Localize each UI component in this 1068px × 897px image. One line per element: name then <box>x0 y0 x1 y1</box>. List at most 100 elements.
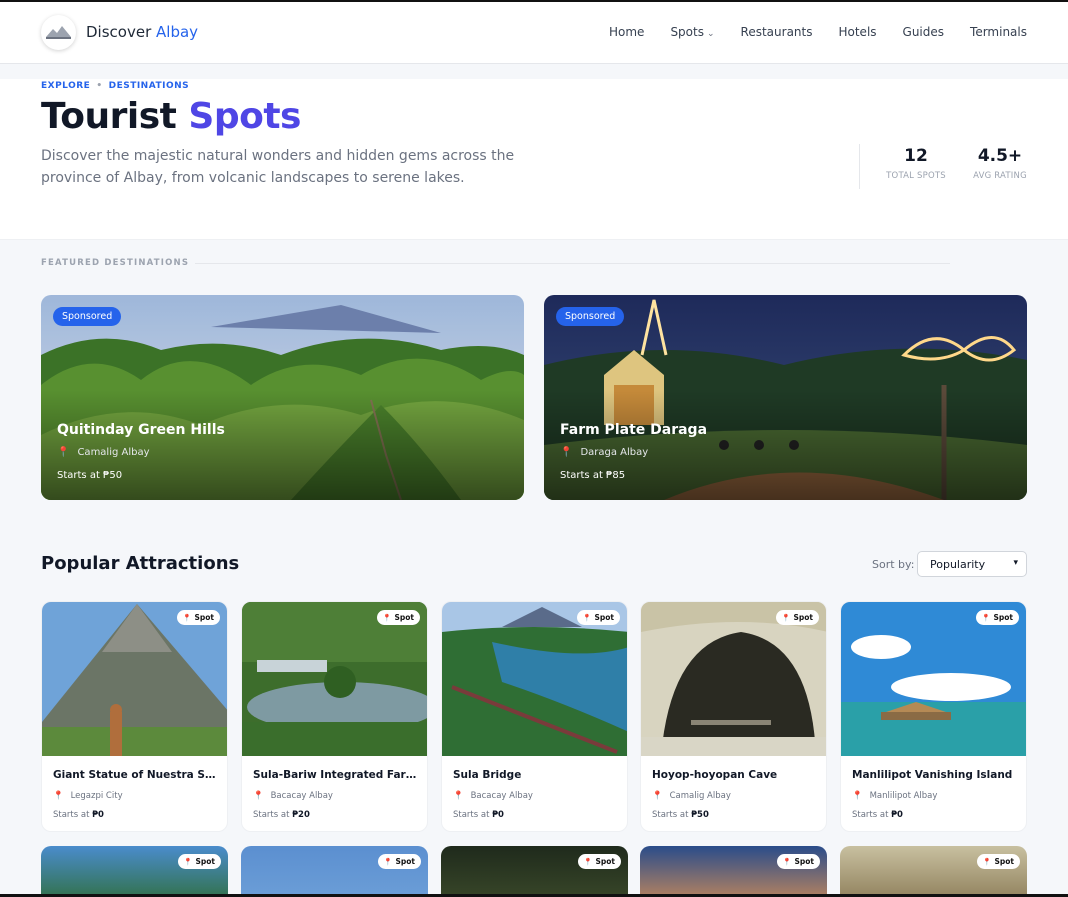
map-pin-icon: 📍 <box>982 858 992 866</box>
page-title: Tourist Spots <box>41 96 301 137</box>
attraction-price: Starts at ₱0 <box>453 810 504 820</box>
stat-label: TOTAL SPOTS <box>886 171 946 181</box>
sponsored-badge: Sponsored <box>556 307 625 326</box>
price-value: ₱50 <box>691 810 709 820</box>
attraction-card[interactable]: 📍 Spot Hoyop-hoyopan Cave 📍 Camalig Albay … <box>640 601 827 832</box>
attraction-card[interactable]: 📍 Spot <box>441 846 628 897</box>
breadcrumb: EXPLORE • DESTINATIONS <box>41 81 189 91</box>
page-lead: Discover the majestic natural wonders an… <box>41 148 515 186</box>
spot-chip: 📍 Spot <box>976 854 1020 869</box>
price-value: ₱0 <box>492 810 504 820</box>
attraction-card[interactable]: 📍Spot Sula-Bariw Integrated Farm Resort … <box>241 601 428 832</box>
price-prefix: Starts at <box>253 810 290 820</box>
map-pin-icon: 📍 <box>453 791 464 801</box>
breadcrumb-destinations[interactable]: DESTINATIONS <box>109 81 190 91</box>
attraction-location: 📍 Bacacay Albay <box>253 791 333 801</box>
map-pin-icon: 📍 <box>652 791 663 801</box>
spot-chip-label: Spot <box>395 857 415 866</box>
attraction-image <box>42 602 227 756</box>
attraction-image <box>442 602 627 756</box>
featured-card[interactable]: Sponsored Quitinday Green Hills 📍 Camalig… <box>41 295 524 500</box>
stat-value: 4.5+ <box>977 146 1023 166</box>
map-pin-icon: 📍 <box>583 858 593 866</box>
attraction-location-text: Manlilipot Albay <box>869 791 938 801</box>
spot-chip-label: Spot <box>594 613 614 622</box>
attraction-location-text: Legazpi City <box>70 791 123 801</box>
spot-chip-label: Spot <box>394 613 414 622</box>
breadcrumb-separator: • <box>96 81 103 91</box>
spot-chip: 📍 Spot <box>377 854 421 869</box>
nav-guides[interactable]: Guides <box>903 25 945 39</box>
featured-location-text: Daraga Albay <box>580 447 649 458</box>
map-pin-icon: 📍 <box>183 858 193 866</box>
attraction-image <box>641 602 826 756</box>
nav-terminals[interactable]: Terminals <box>970 25 1027 39</box>
map-pin-icon: 📍 <box>182 614 192 622</box>
spot-chip: 📍 Spot <box>176 610 220 625</box>
attraction-title: Sula-Bariw Integrated Farm Resort <box>253 769 421 781</box>
map-pin-icon: 📍 <box>53 791 64 801</box>
image-overlay <box>544 390 1027 500</box>
map-pin-icon: 📍 <box>981 614 991 622</box>
attraction-price: Starts at ₱0 <box>852 810 903 820</box>
chevron-down-icon: ▾ <box>1013 558 1018 568</box>
spot-chip: 📍 Spot <box>975 610 1019 625</box>
sort-select[interactable]: Popularity ▾ <box>917 551 1027 577</box>
spot-chip: 📍 Spot <box>576 610 620 625</box>
nav-restaurants[interactable]: Restaurants <box>741 25 813 39</box>
brand-logo[interactable] <box>41 15 76 50</box>
attraction-title: Giant Statue of Nuestra Señora de Salvac… <box>53 769 221 781</box>
attraction-card[interactable]: 📍 Spot <box>640 846 827 897</box>
featured-card[interactable]: Sponsored Farm Plate Daraga 📍 Daraga Alba… <box>544 295 1027 500</box>
attraction-location-text: Camalig Albay <box>669 791 731 801</box>
featured-location: 📍 Camalig Albay <box>57 447 150 458</box>
featured-label: FEATURED DESTINATIONS <box>41 258 190 268</box>
attraction-card[interactable]: 📍 Spot Sula Bridge 📍 Bacacay Albay Starts … <box>441 601 628 832</box>
nav-spots[interactable]: Spots ⌄ <box>670 25 714 39</box>
page-title-word: Tourist <box>41 96 177 137</box>
stat-total-spots: 12 TOTAL SPOTS <box>881 146 951 181</box>
attraction-card[interactable]: 📍 Spot Manlilipot Vanishing Island 📍 Manli… <box>840 601 1027 832</box>
spot-chip-label: Spot <box>993 613 1013 622</box>
attraction-price: Starts at ₱0 <box>53 810 104 820</box>
breadcrumb-explore[interactable]: EXPLORE <box>41 81 90 91</box>
attraction-price: Starts at ₱20 <box>253 810 310 820</box>
attraction-card[interactable]: 📍Spot Giant Statue of Nuestra Señora de … <box>41 601 228 832</box>
price-value: ₱0 <box>92 810 104 820</box>
featured-location-text: Camalig Albay <box>77 447 150 458</box>
attraction-card[interactable]: 📍 Spot <box>241 846 428 897</box>
spot-chip: 📍 Spot <box>376 610 420 625</box>
page-title-accent: Spots <box>188 96 301 137</box>
sponsored-badge: Sponsored <box>53 307 122 326</box>
price-prefix: Starts at <box>852 810 889 820</box>
price-value: ₱20 <box>292 810 310 820</box>
attraction-title: Sula Bridge <box>453 769 522 781</box>
spot-chip-label: Spot <box>194 613 214 622</box>
brand-accent: Albay <box>156 23 199 41</box>
nav-home[interactable]: Home <box>609 25 644 39</box>
attraction-card[interactable]: 📍 Spot <box>840 846 1027 897</box>
navbar: Discover Albay Home Spots ⌄ Restaurants H… <box>0 2 1068 64</box>
featured-price: Starts at ₱50 <box>57 470 123 481</box>
attraction-location: 📍 Legazpi City <box>53 791 123 801</box>
brand-name[interactable]: Discover Albay <box>86 23 198 41</box>
nav-hotels[interactable]: Hotels <box>838 25 876 39</box>
attraction-title: Hoyop-hoyopan Cave <box>652 769 778 781</box>
map-pin-icon: 📍 <box>560 447 573 458</box>
section-title: Popular Attractions <box>41 553 240 574</box>
attraction-image <box>841 602 1026 756</box>
sort-label: Sort by: <box>872 558 915 571</box>
attraction-location: 📍 Manlilipot Albay <box>852 791 937 801</box>
spot-chip-label: Spot <box>794 857 814 866</box>
map-pin-icon: 📍 <box>781 614 791 622</box>
price-prefix: Starts at <box>53 810 90 820</box>
attraction-image <box>242 602 427 756</box>
spot-chip-label: Spot <box>793 613 813 622</box>
brand-word: Discover <box>86 23 152 41</box>
attraction-title: Manlilipot Vanishing Island <box>852 769 1013 781</box>
spot-chip: 📍 Spot <box>775 610 819 625</box>
map-pin-icon: 📍 <box>253 791 264 801</box>
stat-label: AVG RATING <box>973 171 1027 181</box>
attraction-card[interactable]: 📍 Spot <box>41 846 228 897</box>
map-pin-icon: 📍 <box>852 791 863 801</box>
